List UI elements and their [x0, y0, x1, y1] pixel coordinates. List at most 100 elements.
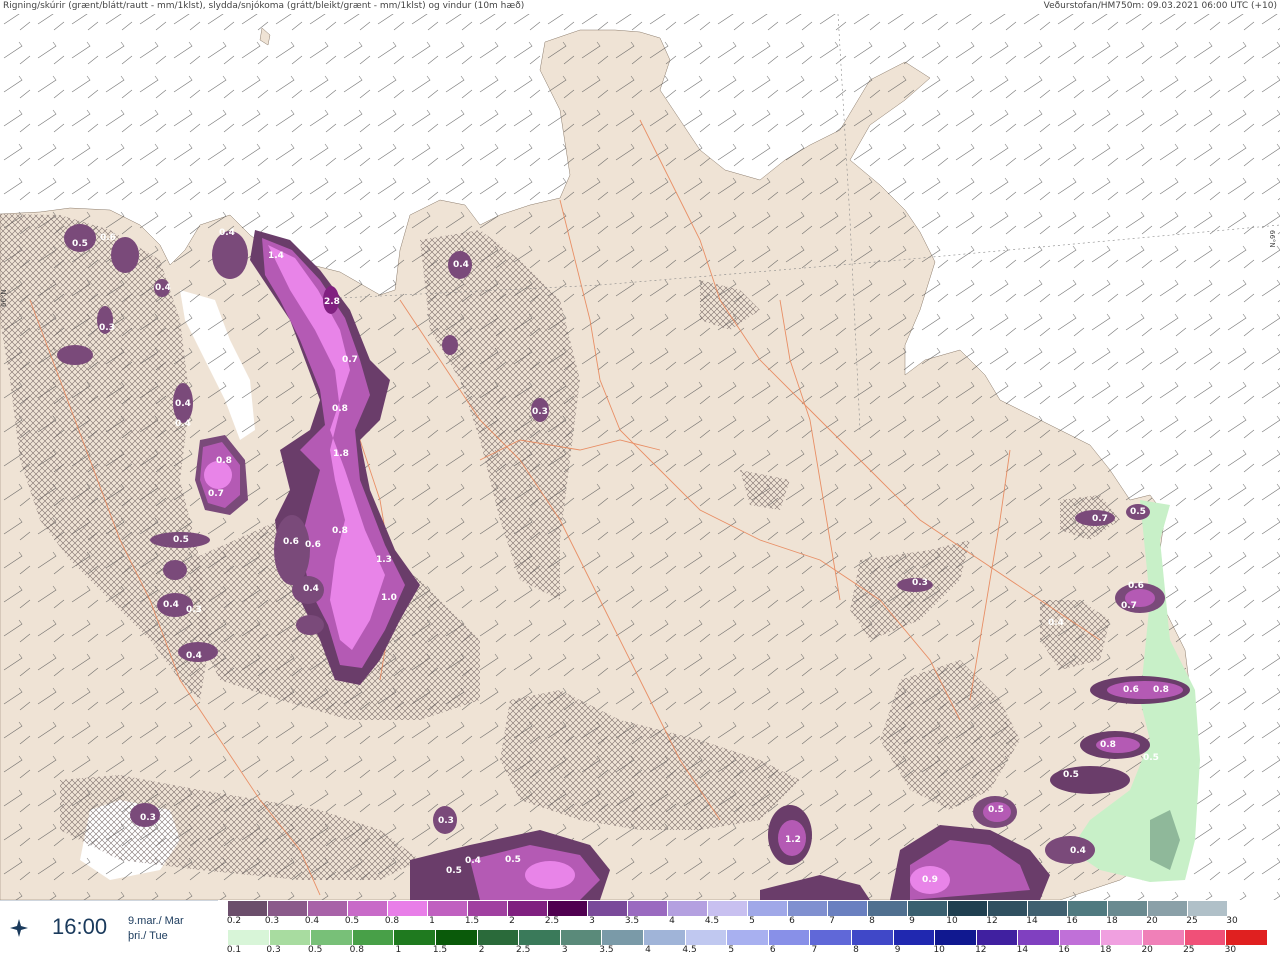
legend-label: 30: [1224, 945, 1237, 955]
legend-swatch: [668, 901, 708, 916]
map-value: 0.3: [438, 816, 454, 826]
legend-swatch: [1018, 930, 1060, 945]
legend-swatch: [988, 901, 1028, 916]
legend-label: 1: [429, 916, 435, 926]
map-value: 1.3: [376, 555, 392, 565]
map-value: 0.6: [283, 537, 299, 547]
map-value: 0.7: [342, 355, 358, 365]
map-value: 0.8: [332, 404, 348, 414]
forecast-time-box: 16:00 9.mar./ Mar þri./ Tue: [0, 900, 218, 959]
map-value: 2.8: [324, 297, 340, 307]
legend-label: 2.5: [544, 916, 560, 926]
map-value: 1.8: [333, 449, 349, 459]
legend-label: 16: [1066, 916, 1078, 926]
map-value: 0.6: [1123, 685, 1139, 695]
legend-label: 16: [1058, 945, 1070, 955]
legend-swatch: [548, 901, 588, 916]
legend-swatch: [908, 901, 948, 916]
legend-label: 0.8: [349, 945, 364, 955]
map-value: 0.6: [1128, 581, 1144, 591]
map-value: 0.8: [216, 456, 232, 466]
map-header: Rigning/skúrir (grænt/blátt/rautt - mm/1…: [0, 0, 1280, 14]
legend-label: 3.5: [624, 916, 640, 926]
map-value: 0.4: [175, 399, 191, 409]
legend-swatch: [588, 901, 628, 916]
legend-swatch: [477, 930, 520, 945]
forecast-time: 16:00: [52, 914, 108, 939]
legend-label: 12: [986, 916, 998, 926]
legend-label: 10: [933, 945, 945, 955]
legend-swatch: [1028, 901, 1068, 916]
legend-label: 14: [1026, 916, 1038, 926]
legend-label: 8: [853, 945, 859, 955]
legend-label: 0.3: [266, 945, 281, 955]
lat-label-east: 66°N: [1268, 230, 1276, 248]
legend-swatch: [435, 930, 478, 945]
map-value: 0.5: [1130, 507, 1146, 517]
legend-label: 0.3: [264, 916, 280, 926]
legend-label: 10: [946, 916, 958, 926]
legend-swatch: [708, 901, 748, 916]
legend-label: 0.8: [384, 916, 400, 926]
legend-label: 6: [769, 945, 776, 955]
map-value: 0.4: [303, 584, 319, 594]
legend-label: 3.5: [599, 945, 614, 955]
legend-swatch: [560, 930, 603, 945]
forecast-weekday: þri./ Tue: [128, 930, 168, 942]
map-value: 0.4: [186, 651, 202, 661]
legend-label: 7: [811, 945, 818, 955]
map-value: 0.5: [446, 866, 462, 876]
met-office-logo-icon: [10, 919, 28, 937]
legend-swatch: [348, 901, 388, 916]
map-value: 0.5: [1063, 770, 1079, 780]
legend-swatch: [228, 930, 270, 945]
legend-label: 4.5: [682, 945, 697, 955]
legend-label: 1.5: [432, 945, 448, 955]
legend-label: 30: [1226, 916, 1238, 926]
legend-label: 4.5: [704, 916, 720, 926]
map-value: 1.2: [785, 835, 801, 845]
legend-swatch: [1188, 901, 1228, 916]
map-value: 0.4: [453, 260, 469, 270]
legend-swatch: [948, 901, 988, 916]
legend-swatch: [893, 930, 936, 945]
legend-label: 20: [1146, 916, 1158, 926]
map-value: 0.7: [1121, 601, 1137, 611]
legend-label: 0.5: [308, 945, 323, 955]
legend-swatch: [352, 930, 395, 945]
map-value: 0.4: [175, 419, 191, 429]
legend-swatch: [1143, 930, 1185, 945]
legend-swatch: [388, 901, 428, 916]
map-value: 0.4: [163, 600, 179, 610]
legend-label: 0.4: [304, 916, 320, 926]
legend-label: 1.5: [464, 916, 480, 926]
legend-label: 0.2: [226, 916, 242, 926]
legend-swatch: [268, 901, 308, 916]
map-value: 0.8: [1100, 740, 1116, 750]
legend-label: 0.5: [344, 916, 360, 926]
legend-label: 9: [894, 945, 901, 955]
legend-swatch: [228, 901, 268, 916]
legend-swatch: [1184, 930, 1227, 945]
legend-swatch: [628, 901, 668, 916]
map-value: 0.4: [465, 856, 481, 866]
legend-swatch: [851, 930, 894, 945]
legend-swatch: [868, 901, 908, 916]
legend-swatch: [1148, 901, 1188, 916]
map-value: 1.4: [268, 251, 284, 261]
legend-label: 25: [1186, 916, 1198, 926]
map-value: 0.6: [305, 540, 321, 550]
map-value: 0.5: [505, 855, 521, 865]
legend-swatch: [768, 930, 811, 945]
map-value: 0.3: [532, 407, 548, 417]
legend-label: 20: [1141, 945, 1153, 955]
map-value: 0.3: [186, 605, 202, 615]
legend-swatch: [468, 901, 508, 916]
legend-label: 2: [509, 916, 515, 926]
legend-swatch: [727, 930, 769, 945]
legend-label: 1: [395, 945, 402, 955]
legend-swatch: [1228, 901, 1268, 916]
lat-label-west: 66°N: [0, 289, 8, 307]
map-value: 0.8: [1153, 685, 1169, 695]
legend-label: 12: [975, 945, 987, 955]
